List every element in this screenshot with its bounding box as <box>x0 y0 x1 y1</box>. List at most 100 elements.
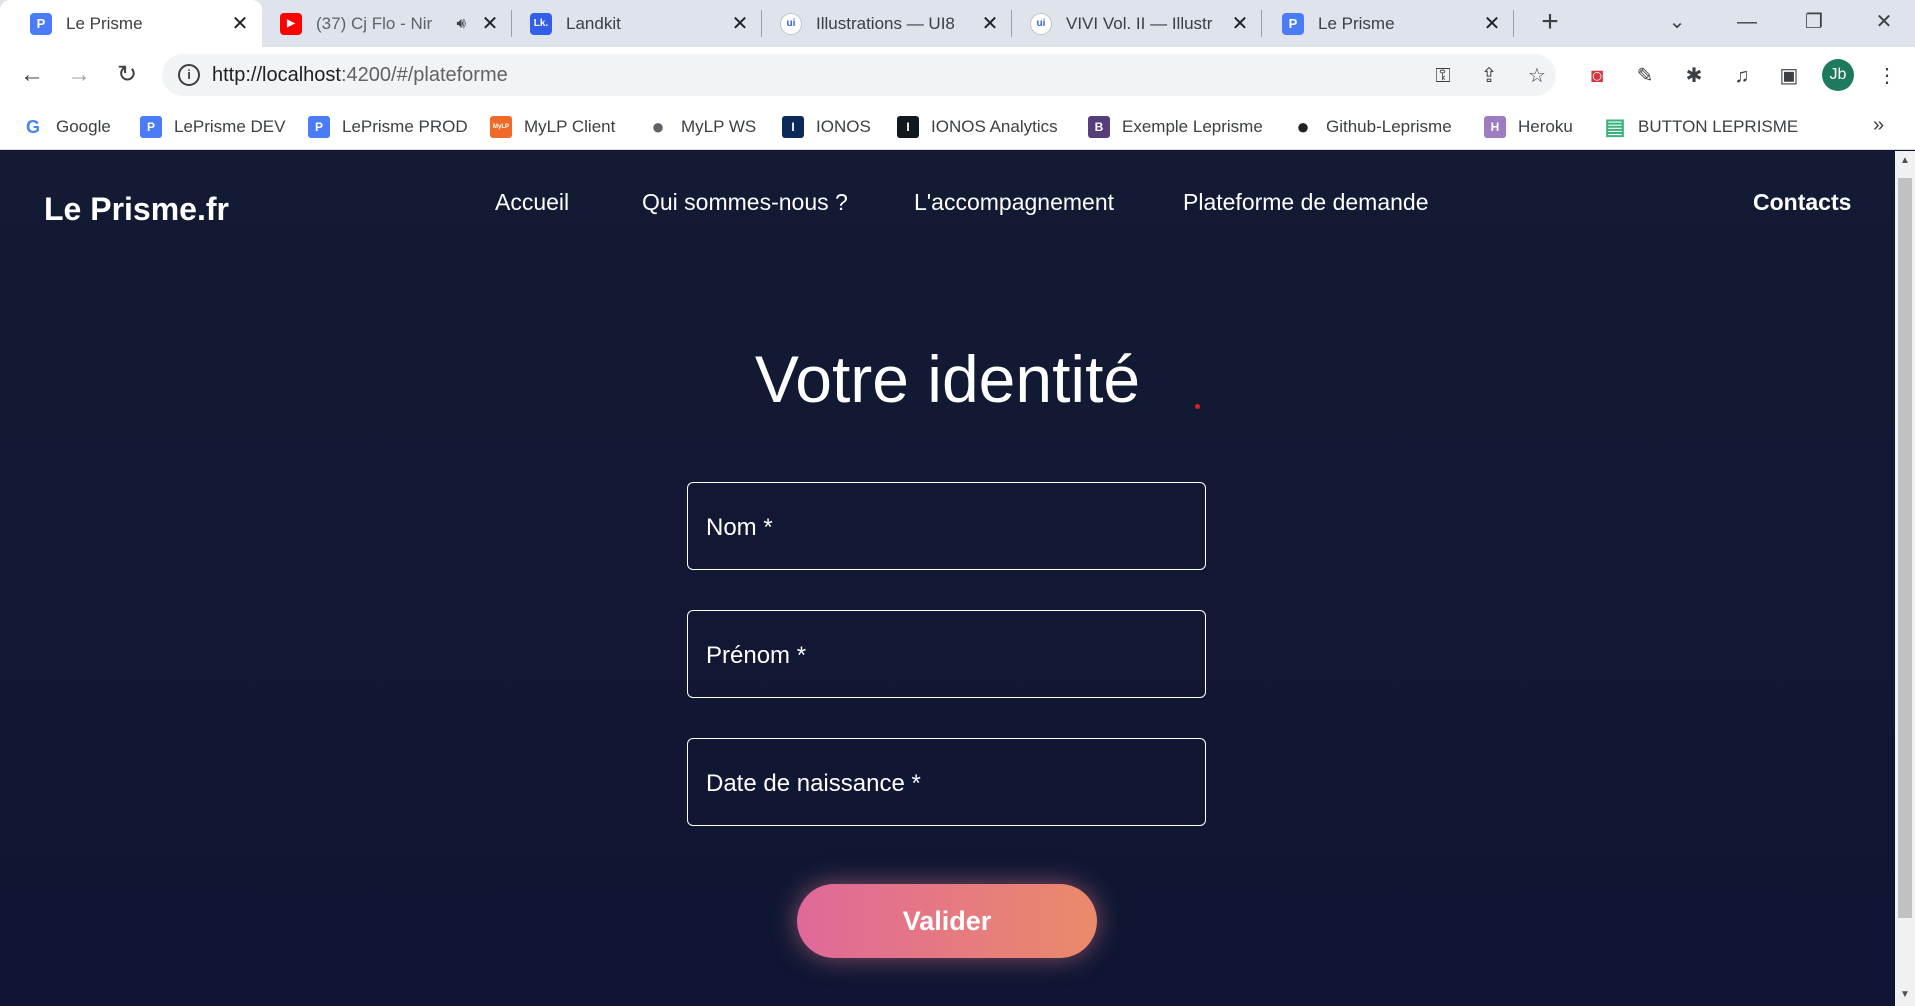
tab-title: Le Prisme <box>1318 13 1395 33</box>
url-host: http://localhost <box>212 64 341 86</box>
nom-field[interactable]: Nom * <box>687 482 1206 570</box>
tab-landkit[interactable]: Lk. Landkit ✕ <box>512 0 762 47</box>
bookmark-label: Exemple Leprisme <box>1122 117 1263 136</box>
bootstrap-icon: B <box>1088 116 1110 138</box>
bookmark-label: IONOS <box>816 117 871 136</box>
google-icon: G <box>25 116 40 137</box>
tab-le-prisme-2[interactable]: P Le Prisme ✕ <box>1262 0 1514 47</box>
tab-title: Illustrations — UI8 <box>816 13 955 33</box>
eyedropper-extension-icon[interactable]: ✎ <box>1630 61 1660 91</box>
share-icon[interactable]: ⇪ <box>1476 63 1502 89</box>
prenom-field[interactable]: Prénom * <box>687 610 1206 698</box>
close-tab-icon[interactable]: ✕ <box>980 11 1000 36</box>
mylp-logo-icon: MyLP <box>490 116 512 138</box>
bookmark-ionos-analytics[interactable]: I IONOS Analytics <box>897 114 1058 140</box>
close-tab-icon[interactable]: ✕ <box>1482 11 1502 36</box>
bookmark-label: BUTTON LEPRISME <box>1638 117 1799 136</box>
ui8-favicon-icon: ui <box>1030 12 1052 35</box>
bookmark-label: Google <box>56 117 111 136</box>
tab-separator <box>1513 10 1514 37</box>
bookmark-label: MyLP WS <box>681 117 757 136</box>
close-tab-icon[interactable]: ✕ <box>730 11 750 36</box>
page-viewport: Le Prisme.fr Accueil Qui sommes-nous ? L… <box>0 151 1895 1006</box>
browser-toolbar: ← → ↻ i http://localhost:4200/#/platefor… <box>0 47 1915 104</box>
tab-strip: P Le Prisme ✕ ▶ (37) Cj Flo - Nir 🔊︎ ✕ L… <box>0 0 1915 47</box>
reload-icon[interactable]: ↻ <box>111 59 143 91</box>
ionos-analytics-icon: I <box>897 116 919 138</box>
minimize-icon[interactable]: — <box>1727 5 1767 39</box>
prenom-field-label: Prénom * <box>706 642 807 669</box>
ui8-favicon-icon: ui <box>780 12 802 35</box>
bookmark-google[interactable]: G Google <box>22 114 111 140</box>
bookmark-label: Github-Leprisme <box>1326 117 1452 136</box>
le-prisme-favicon-icon: P <box>140 116 162 138</box>
extensions-puzzle-icon[interactable]: ✱ <box>1679 61 1709 91</box>
close-window-icon[interactable]: ✕ <box>1864 5 1904 39</box>
close-tab-icon[interactable]: ✕ <box>1230 11 1250 36</box>
bookmark-star-icon[interactable]: ☆ <box>1524 63 1550 89</box>
bookmark-leprisme-dev[interactable]: P LePrisme DEV <box>140 114 285 140</box>
tab-title: VIVI Vol. II — Illustr <box>1066 13 1213 33</box>
speaker-icon[interactable]: 🔊︎ <box>457 15 466 32</box>
site-brand-logo[interactable]: Le Prisme.fr <box>44 191 229 228</box>
restore-window-icon[interactable]: ❐ <box>1794 5 1834 39</box>
page-scrollbar[interactable]: ▲ ▼ <box>1895 151 1915 1006</box>
tab-search-chevron-down-icon[interactable]: ⌄ <box>1657 5 1697 39</box>
landkit-favicon-icon: Lk. <box>530 12 552 35</box>
globe-icon: ● <box>651 114 665 139</box>
tab-illustrations-ui8[interactable]: ui Illustrations — UI8 ✕ <box>762 0 1012 47</box>
pocket-extension-icon[interactable]: ◙ <box>1582 61 1612 91</box>
nav-link-accompagnement[interactable]: L'accompagnement <box>914 189 1114 216</box>
tab-youtube[interactable]: ▶ (37) Cj Flo - Nir 🔊︎ ✕ <box>262 0 512 47</box>
bookmark-ionos[interactable]: I IONOS <box>782 114 871 140</box>
close-tab-icon[interactable]: ✕ <box>480 11 500 36</box>
le-prisme-favicon-icon: P <box>1282 12 1304 35</box>
bookmarks-bar: G Google P LePrisme DEV P LePrisme PROD MyL… <box>0 104 1915 150</box>
media-control-icon[interactable]: ♫ <box>1727 61 1757 91</box>
tab-vivi-vol-ii[interactable]: ui VIVI Vol. II — Illustr ✕ <box>1012 0 1262 47</box>
url-text[interactable]: http://localhost:4200/#/plateforme <box>212 64 508 87</box>
close-tab-icon[interactable]: ✕ <box>230 11 250 36</box>
date-de-naissance-field[interactable]: Date de naissance * <box>687 738 1206 826</box>
scroll-up-arrow-icon[interactable]: ▲ <box>1899 155 1911 166</box>
bookmark-label: LePrisme DEV <box>174 117 286 136</box>
le-prisme-favicon-icon: P <box>308 116 330 138</box>
browser-menu-icon[interactable]: ⋮ <box>1872 61 1902 91</box>
bookmark-mylp-client[interactable]: MyLP MyLP Client <box>490 114 615 140</box>
scroll-down-arrow-icon[interactable]: ▼ <box>1899 989 1911 1000</box>
bookmark-exemple-leprisme[interactable]: B Exemple Leprisme <box>1088 114 1263 140</box>
address-bar[interactable]: i http://localhost:4200/#/plateforme ⚿ ⇪… <box>162 54 1556 96</box>
key-icon[interactable]: ⚿ <box>1430 63 1456 89</box>
nav-link-qui-sommes-nous[interactable]: Qui sommes-nous ? <box>642 189 848 216</box>
tab-le-prisme-active[interactable]: P Le Prisme ✕ <box>0 0 262 47</box>
sheets-icon: ▤ <box>1604 114 1626 139</box>
scrollbar-thumb[interactable] <box>1898 178 1912 918</box>
forward-arrow-icon[interactable]: → <box>63 59 95 91</box>
page-title: Votre identité <box>754 342 1141 416</box>
bookmark-label: MyLP Client <box>524 117 616 136</box>
bookmark-leprisme-prod[interactable]: P LePrisme PROD <box>308 114 468 140</box>
back-arrow-icon[interactable]: ← <box>16 59 48 91</box>
valider-button[interactable]: Valider <box>797 884 1097 958</box>
bookmark-heroku[interactable]: H Heroku <box>1484 114 1573 140</box>
profile-avatar[interactable]: Jb <box>1822 59 1854 91</box>
more-bookmarks-chevron-icon[interactable]: » <box>1873 114 1884 137</box>
new-tab-button[interactable]: + <box>1535 7 1565 38</box>
decorative-dot <box>1195 404 1200 409</box>
nom-field-label: Nom * <box>706 514 773 541</box>
bookmark-label: Heroku <box>1518 117 1573 136</box>
nav-link-plateforme[interactable]: Plateforme de demande <box>1183 189 1429 216</box>
bookmark-button-leprisme[interactable]: ▤ BUTTON LEPRISME <box>1604 114 1799 140</box>
nav-link-accueil[interactable]: Accueil <box>495 189 569 216</box>
side-panel-icon[interactable]: ▣ <box>1774 61 1804 91</box>
nav-link-contacts[interactable]: Contacts <box>1753 189 1851 216</box>
bookmark-mylp-ws[interactable]: ● MyLP WS <box>647 114 756 140</box>
le-prisme-favicon-icon: P <box>30 12 52 35</box>
youtube-favicon-icon: ▶ <box>280 12 302 35</box>
tab-title: (37) Cj Flo - Nir <box>316 13 433 33</box>
bookmark-github-leprisme[interactable]: ● Github-Leprisme <box>1292 114 1452 140</box>
site-info-icon[interactable]: i <box>178 64 200 86</box>
bookmark-label: IONOS Analytics <box>931 117 1058 136</box>
tab-title: Landkit <box>566 13 621 33</box>
bookmark-label: LePrisme PROD <box>342 117 468 136</box>
